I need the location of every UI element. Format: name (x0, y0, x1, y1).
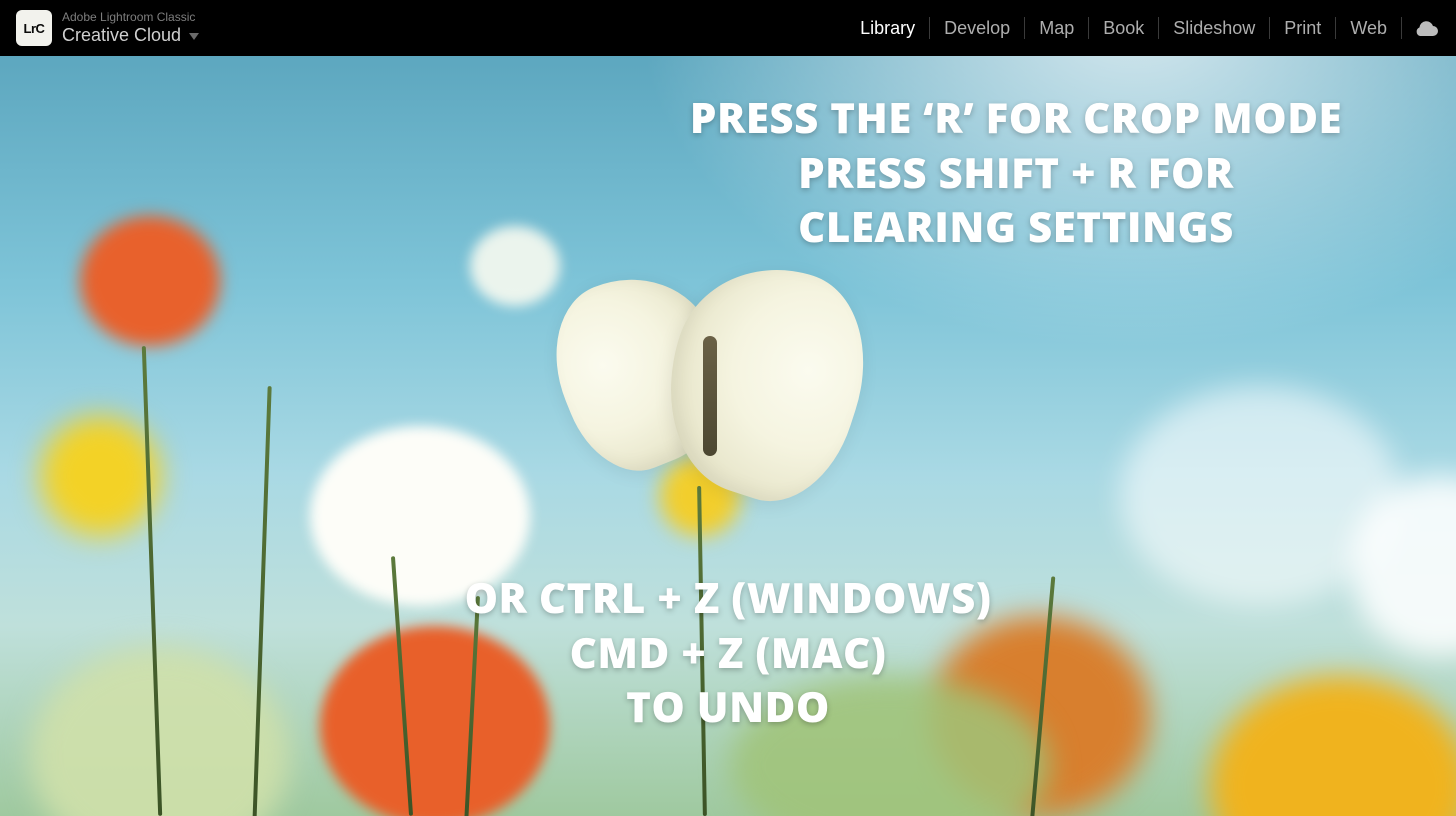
app-icon-text: LrC (24, 21, 45, 36)
chevron-down-icon (189, 33, 199, 40)
instruction-line: PRESS THE ‘R’ FOR CROP MODE (601, 91, 1431, 146)
app-title-big: Creative Cloud (62, 25, 181, 46)
module-tab-map[interactable]: Map (1025, 19, 1088, 37)
app-icon: LrC (16, 10, 52, 46)
module-tab-library[interactable]: Library (846, 19, 929, 37)
module-picker: Library Develop Map Book Slideshow Print… (846, 0, 1440, 56)
module-tab-slideshow[interactable]: Slideshow (1159, 19, 1269, 37)
instruction-line: OR CTRL + Z (WINDOWS) (278, 571, 1178, 626)
main-image-view[interactable]: PRESS THE ‘R’ FOR CROP MODE PRESS SHIFT … (0, 56, 1456, 816)
app-titles: Adobe Lightroom Classic Creative Cloud (62, 11, 199, 45)
instruction-line: CLEARING SETTINGS (601, 200, 1431, 255)
module-tab-develop[interactable]: Develop (930, 19, 1024, 37)
module-tab-web[interactable]: Web (1336, 19, 1401, 37)
app-title-small: Adobe Lightroom Classic (62, 11, 199, 25)
module-tab-label: Map (1039, 18, 1074, 38)
instruction-text-1: PRESS THE ‘R’ FOR CROP MODE PRESS SHIFT … (601, 91, 1431, 255)
instruction-line: TO UNDO (278, 680, 1178, 735)
decorative-flower (40, 416, 160, 536)
cloud-sync-icon[interactable] (1412, 18, 1440, 38)
module-tab-label: Develop (944, 18, 1010, 38)
module-tab-print[interactable]: Print (1270, 19, 1335, 37)
instruction-text-2: OR CTRL + Z (WINDOWS) CMD + Z (MAC) TO U… (278, 571, 1178, 735)
identity-plate-dropdown[interactable]: Creative Cloud (62, 25, 199, 46)
decorative-flower (1210, 676, 1456, 816)
instruction-line: PRESS SHIFT + R FOR (601, 146, 1431, 201)
module-tab-label: Library (860, 18, 915, 38)
module-tab-book[interactable]: Book (1089, 19, 1158, 37)
module-tab-label: Book (1103, 18, 1144, 38)
module-tab-label: Print (1284, 18, 1321, 38)
module-separator (1401, 17, 1402, 39)
decorative-butterfly (560, 266, 860, 526)
instruction-line: CMD + Z (MAC) (278, 626, 1178, 681)
module-tab-label: Slideshow (1173, 18, 1255, 38)
top-bar: LrC Adobe Lightroom Classic Creative Clo… (0, 0, 1456, 56)
decorative-butterfly-small (470, 226, 560, 306)
decorative-flower (80, 216, 220, 346)
module-tab-label: Web (1350, 18, 1387, 38)
